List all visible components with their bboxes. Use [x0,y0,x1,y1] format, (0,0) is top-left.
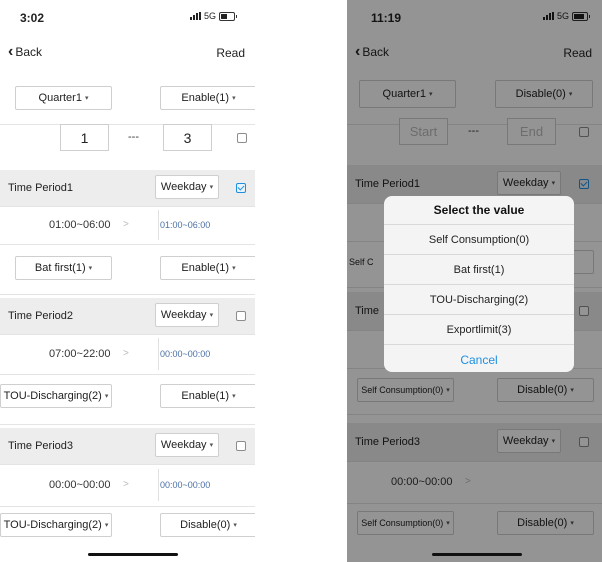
period-checkbox[interactable] [236,441,246,451]
chevron-right-icon: > [123,479,129,490]
dropdown-arrow-icon: ▾ [232,393,236,400]
quarter-value: Quarter1 [38,92,82,104]
status-icons: 5G [190,11,238,21]
mode-dropdown[interactable]: Bat first(1) ▾ [15,256,112,280]
enable-value: Enable(1) [181,262,230,274]
time-range-row[interactable]: 01:00~06:00 > 01:00~06:00 [0,206,255,245]
quarter-enable-value: Enable(1) [181,92,230,104]
option-self-consumption[interactable]: Self Consumption(0) [384,225,574,255]
chevron-right-icon: > [123,348,129,359]
dropdown-arrow-icon: ▾ [88,265,93,272]
time-period-header: Time Period1 Weekday ▾ [0,170,255,207]
dropdown-arrow-icon: ▾ [209,312,214,319]
day-dropdown[interactable]: Weekday ▾ [155,175,219,199]
option-exportlimit[interactable]: Exportlimit(3) [384,315,574,345]
right-phone-screen: 11:19 5G ‹ Back Read Quarter1 ▾ Disable(0… [347,0,602,562]
time-period-header: Time Period3 Weekday ▾ [0,428,255,465]
range-row: 1 --- 3 [0,124,255,162]
signal-icon [190,12,201,20]
start-input[interactable]: 1 [60,124,109,151]
read-button[interactable]: Read [216,46,245,60]
time-range-secondary[interactable]: 00:00~00:00 [160,480,210,490]
left-phone-screen: 3:02 5G ‹ Back Read Quarter1 ▾ Enable(1) ▾… [0,0,255,562]
network-label: 5G [204,11,217,21]
time-range-row[interactable]: 07:00~22:00 > 00:00~00:00 [0,334,255,375]
dialog-cancel-button[interactable]: Cancel [384,345,574,372]
chevron-right-icon: > [123,219,129,230]
option-tou-discharging[interactable]: TOU-Discharging(2) [384,285,574,315]
back-button[interactable]: ‹ Back [8,43,43,60]
dropdown-arrow-icon: ▾ [104,393,109,400]
end-input[interactable]: 3 [163,124,212,151]
dropdown-arrow-icon: ▾ [232,95,236,102]
divider [158,338,159,370]
day-dropdown[interactable]: Weekday ▾ [155,433,219,457]
option-bat-first[interactable]: Bat first(1) [384,255,574,285]
quarter-dropdown[interactable]: Quarter1 ▾ [15,86,112,110]
divider [158,210,159,240]
mode-row: Bat first(1) ▾ Enable(1) ▾ [0,244,255,295]
day-value: Weekday [160,309,207,321]
range-checkbox[interactable] [237,133,247,143]
mode-value: TOU-Discharging(2) [3,519,102,531]
dropdown-arrow-icon: ▾ [84,95,89,102]
enable-dropdown[interactable]: Enable(1) ▾ [160,256,255,280]
time-range[interactable]: 07:00~22:00 [49,348,110,360]
nav-bar: ‹ Back Read [0,40,255,68]
time-range-row[interactable]: 00:00~00:00 > 00:00~00:00 [0,464,255,507]
select-value-dialog: Select the value Self Consumption(0) Bat… [384,196,574,372]
dropdown-arrow-icon: ▾ [209,442,214,449]
period-checkbox[interactable] [236,311,246,321]
battery-icon [219,11,238,21]
dropdown-arrow-icon: ▾ [233,522,237,529]
enable-dropdown[interactable]: Enable(1) ▾ [160,384,255,408]
mode-value: TOU-Discharging(2) [3,390,102,402]
home-indicator [88,553,178,556]
day-value: Weekday [160,439,207,451]
back-label: Back [15,45,43,59]
dialog-title: Select the value [384,196,574,225]
time-range[interactable]: 00:00~00:00 [49,479,110,491]
dropdown-arrow-icon: ▾ [232,265,236,272]
dropdown-arrow-icon: ▾ [209,184,214,191]
home-indicator [432,553,522,556]
enable-value: Enable(1) [181,390,230,402]
mode-dropdown[interactable]: TOU-Discharging(2) ▾ [0,513,112,537]
enable-value: Disable(0) [180,519,231,531]
period-label: Time Period2 [8,310,74,322]
mode-row: TOU-Discharging(2) ▾ Disable(0) ▾ [0,506,255,554]
mode-row: TOU-Discharging(2) ▾ Enable(1) ▾ [0,374,255,425]
quarter-row: Quarter1 ▾ Enable(1) ▾ [0,72,255,125]
range-separator: --- [128,131,139,143]
day-value: Weekday [160,181,207,193]
time-range[interactable]: 01:00~06:00 [49,219,110,231]
period-label: Time Period1 [8,182,74,194]
time-range-secondary[interactable]: 01:00~06:00 [160,220,210,230]
status-time: 3:02 [20,11,45,25]
day-dropdown[interactable]: Weekday ▾ [155,303,219,327]
mode-value: Bat first(1) [34,262,86,274]
dropdown-arrow-icon: ▾ [104,522,109,529]
chevron-left-icon: ‹ [8,43,14,60]
time-period-header: Time Period2 Weekday ▾ [0,298,255,335]
period-checkbox[interactable] [236,183,246,193]
period-label: Time Period3 [8,440,74,452]
time-range-secondary[interactable]: 00:00~00:00 [160,349,210,359]
enable-dropdown[interactable]: Disable(0) ▾ [160,513,255,537]
mode-dropdown[interactable]: TOU-Discharging(2) ▾ [0,384,112,408]
status-bar: 3:02 5G [0,0,255,40]
quarter-enable-dropdown[interactable]: Enable(1) ▾ [160,86,255,110]
divider [158,469,159,501]
